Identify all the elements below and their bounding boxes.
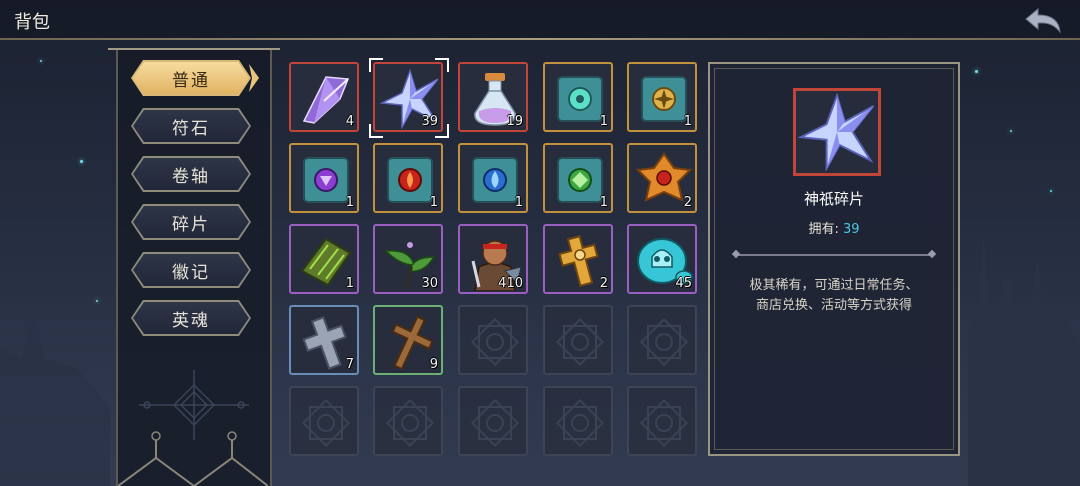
background-star bbox=[80, 160, 83, 163]
inventory-slot-empty[interactable] bbox=[458, 386, 528, 456]
background-star bbox=[1050, 190, 1052, 192]
empty-slot-icon bbox=[385, 398, 435, 448]
inventory-slot-purple-crystal[interactable]: 4 bbox=[289, 62, 359, 132]
item-description: 极其稀有，可通过日常任务、 商店兑换、活动等方式获得 bbox=[730, 276, 938, 316]
tab-label: 符石 bbox=[133, 110, 249, 142]
inventory-slot-wooden-cross[interactable]: 9 bbox=[373, 305, 443, 375]
tab-label: 卷轴 bbox=[133, 158, 249, 190]
empty-slot-icon bbox=[555, 317, 605, 367]
inventory-slot-leaf-rune-scroll[interactable]: 1 bbox=[543, 143, 613, 213]
item-quantity: 1 bbox=[345, 195, 354, 210]
empty-slot-icon bbox=[639, 317, 689, 367]
inventory-slot-potion[interactable]: 19 bbox=[458, 62, 528, 132]
tab-fragment[interactable]: 碎片 bbox=[131, 204, 251, 240]
tab-hero-soul[interactable]: 英魂 bbox=[131, 300, 251, 336]
item-quantity: 19 bbox=[506, 114, 523, 129]
tab-label: 碎片 bbox=[133, 206, 249, 238]
item-quantity: 30 bbox=[421, 276, 438, 291]
selection-corner bbox=[369, 124, 383, 138]
description-line: 商店兑换、活动等方式获得 bbox=[755, 298, 912, 313]
top-bar: 背包 bbox=[0, 0, 1080, 40]
tab-active-arrow-icon bbox=[249, 64, 259, 92]
description-line: 极其稀有，可通过日常任务、 bbox=[749, 278, 919, 293]
item-quantity: 4 bbox=[345, 114, 354, 129]
item-owned-count: 拥有: 39 bbox=[710, 218, 958, 237]
item-quantity: 1 bbox=[599, 195, 608, 210]
item-quantity: 9 bbox=[429, 357, 438, 372]
selection-corner bbox=[435, 58, 449, 72]
item-quantity: 1 bbox=[514, 195, 523, 210]
inventory-slot-purple-rune-scroll[interactable]: 1 bbox=[289, 143, 359, 213]
item-quantity: 45 bbox=[675, 276, 692, 291]
inventory-slot-empty[interactable] bbox=[458, 305, 528, 375]
background-star bbox=[1010, 130, 1012, 132]
inventory-slot-empty[interactable] bbox=[289, 386, 359, 456]
tab-runestone[interactable]: 符石 bbox=[131, 108, 251, 144]
inventory-slot-warrior-portrait[interactable]: 410 bbox=[458, 224, 528, 294]
background-star bbox=[975, 70, 978, 73]
inventory-slot-golden-cross[interactable]: 2 bbox=[543, 224, 613, 294]
inventory-slot-star-shard-selected[interactable]: 39 bbox=[373, 62, 443, 132]
inventory-slot-empty[interactable] bbox=[373, 386, 443, 456]
owned-label: 拥有: bbox=[808, 222, 839, 237]
selection-corner bbox=[369, 58, 383, 72]
tab-label: 普通 bbox=[133, 62, 249, 94]
empty-slot-icon bbox=[555, 398, 605, 448]
inventory-slot-green-wood[interactable]: 1 bbox=[289, 224, 359, 294]
tab-scroll[interactable]: 卷轴 bbox=[131, 156, 251, 192]
item-quantity: 1 bbox=[683, 114, 692, 129]
castle-silhouette bbox=[968, 230, 1080, 486]
owned-value: 39 bbox=[842, 222, 860, 237]
item-quantity: 2 bbox=[683, 195, 692, 210]
inventory-slot-fire-rune-scroll[interactable]: 1 bbox=[373, 143, 443, 213]
selection-corner bbox=[435, 124, 449, 138]
back-button[interactable] bbox=[1024, 6, 1064, 34]
background-star bbox=[96, 300, 98, 302]
tab-emblem[interactable]: 徽记 bbox=[131, 252, 251, 288]
empty-slot-icon bbox=[301, 398, 351, 448]
item-quantity: 1 bbox=[345, 276, 354, 291]
item-quantity: 1 bbox=[599, 114, 608, 129]
empty-slot-icon bbox=[470, 398, 520, 448]
item-detail-panel: 神祇碎片 拥有: 39 极其稀有，可通过日常任务、 商店兑换、活动等方式获得 bbox=[708, 62, 960, 456]
header-divider bbox=[0, 38, 1080, 40]
inventory-slot-empty[interactable] bbox=[543, 386, 613, 456]
background-star bbox=[40, 60, 42, 62]
inventory-slot-stone-cross[interactable]: 7 bbox=[289, 305, 359, 375]
item-quantity: 1 bbox=[429, 195, 438, 210]
tab-label: 英魂 bbox=[133, 302, 249, 334]
item-quantity: 2 bbox=[599, 276, 608, 291]
tab-label: 徽记 bbox=[133, 254, 249, 286]
item-quantity: 410 bbox=[498, 276, 523, 291]
inventory-slot-green-leaf[interactable]: 30 bbox=[373, 224, 443, 294]
tab-column-arches bbox=[118, 431, 268, 486]
inventory-slot-orange-emblem[interactable]: 2 bbox=[627, 143, 697, 213]
inventory-slot-water-rune-scroll[interactable]: 1 bbox=[458, 143, 528, 213]
tab-normal[interactable]: 普通 bbox=[131, 60, 259, 96]
item-quantity: 7 bbox=[345, 357, 354, 372]
back-arrow-icon bbox=[1025, 7, 1061, 34]
castle-silhouette bbox=[0, 309, 110, 486]
empty-slot-icon bbox=[639, 398, 689, 448]
inventory-slot-empty[interactable] bbox=[627, 305, 697, 375]
inventory-slot-cyan-skull-coin[interactable]: 45 bbox=[627, 224, 697, 294]
inventory-slot-gold-rune-scroll[interactable]: 1 bbox=[627, 62, 697, 132]
inventory-slot-teal-rune-scroll[interactable]: 1 bbox=[543, 62, 613, 132]
page-title: 背包 bbox=[14, 12, 50, 33]
empty-slot-icon bbox=[470, 317, 520, 367]
inventory-slot-empty[interactable] bbox=[627, 386, 697, 456]
star-shard-icon bbox=[798, 93, 875, 171]
item-name: 神祇碎片 bbox=[803, 190, 864, 208]
item-detail-icon-frame bbox=[793, 88, 881, 176]
inventory-slot-empty[interactable] bbox=[543, 305, 613, 375]
detail-divider bbox=[736, 254, 932, 256]
